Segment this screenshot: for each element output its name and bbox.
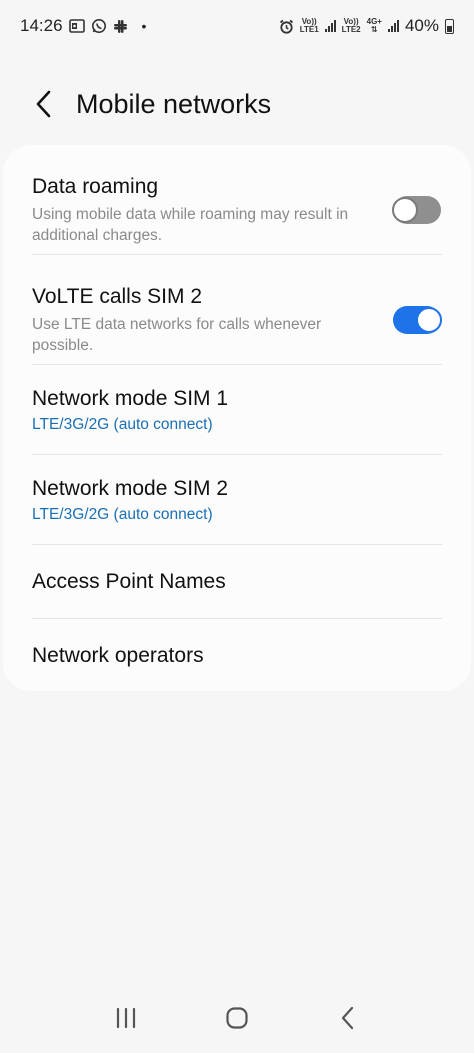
- network-mode-sim1-title: Network mode SIM 1: [32, 386, 229, 410]
- status-bar: 14:26 • Vo)) LTE1 Vo)) LTE2 4G+ ⇅ 40%: [0, 0, 474, 52]
- network-operators-title: Network operators: [32, 643, 204, 667]
- nav-back-button[interactable]: [323, 998, 373, 1038]
- recent-apps-button[interactable]: [101, 998, 151, 1038]
- network-type-icon: 4G+ ⇅: [367, 18, 382, 34]
- signal-sim1-icon: [324, 20, 336, 32]
- data-roaming-row[interactable]: Data roaming Using mobile data while roa…: [3, 167, 471, 253]
- navigation-bar: [0, 983, 474, 1053]
- whatsapp-icon: [91, 18, 107, 34]
- volte-text: VoLTE calls SIM 2 Use LTE data networks …: [32, 284, 377, 356]
- settings-card: Data roaming Using mobile data while roa…: [3, 145, 471, 691]
- volte-subtitle: Use LTE data networks for calls whenever…: [32, 316, 322, 354]
- app-header: Mobile networks: [0, 74, 474, 134]
- volte-sim2-bottom: LTE2: [341, 25, 361, 34]
- volte-sim1-bottom: LTE1: [299, 25, 319, 34]
- toggle-knob: [416, 307, 442, 333]
- recent-apps-icon: [116, 1007, 135, 1029]
- network-mode-sim1-row[interactable]: Network mode SIM 1 LTE/3G/2G (auto conne…: [3, 383, 471, 437]
- data-roaming-toggle[interactable]: [392, 196, 441, 224]
- volte-title: VoLTE calls SIM 2: [32, 285, 203, 308]
- access-point-names-title: Access Point Names: [32, 569, 226, 593]
- battery-icon: [445, 18, 454, 34]
- divider: [32, 454, 442, 455]
- status-time: 14:26: [20, 16, 63, 35]
- status-dot: •: [141, 18, 147, 34]
- status-right: Vo)) LTE1 Vo)) LTE2 4G+ ⇅ 40%: [279, 16, 454, 36]
- back-arrow-icon: [342, 1006, 354, 1030]
- network-mode-sim2-title: Network mode SIM 2: [32, 476, 229, 500]
- network-mode-sim2-value: LTE/3G/2G (auto connect): [32, 505, 213, 523]
- access-point-names-row[interactable]: Access Point Names: [3, 545, 471, 618]
- access-point-names-text: Access Point Names: [32, 569, 441, 595]
- status-left: 14:26 •: [20, 16, 146, 36]
- home-icon: [226, 1007, 248, 1029]
- network-operators-text: Network operators: [32, 643, 441, 669]
- toggle-knob: [392, 197, 418, 223]
- divider: [32, 364, 442, 365]
- data-roaming-text: Data roaming Using mobile data while roa…: [32, 174, 377, 246]
- alarm-icon: [279, 19, 294, 34]
- network-mode-sim1-value: LTE/3G/2G (auto connect): [32, 415, 213, 433]
- data-arrows-icon: ⇅: [370, 25, 378, 34]
- home-button[interactable]: [212, 998, 262, 1038]
- volte-row[interactable]: VoLTE calls SIM 2 Use LTE data networks …: [3, 277, 471, 363]
- divider: [32, 254, 442, 255]
- volte-sim2-icon: Vo)) LTE2: [342, 18, 361, 34]
- page-title: Mobile networks: [76, 88, 272, 119]
- signal-sim2-icon: [387, 20, 399, 32]
- battery-percent: 40%: [404, 16, 439, 35]
- chevron-left-icon: [36, 90, 51, 118]
- data-roaming-title: Data roaming: [32, 175, 159, 198]
- network-mode-sim2-text: Network mode SIM 2 LTE/3G/2G (auto conne…: [32, 476, 441, 525]
- data-roaming-subtitle: Using mobile data while roaming may resu…: [32, 206, 349, 244]
- outlook-icon: [68, 19, 85, 33]
- slack-icon: [113, 19, 128, 34]
- network-operators-row[interactable]: Network operators: [3, 619, 471, 692]
- network-mode-sim1-text: Network mode SIM 1 LTE/3G/2G (auto conne…: [32, 386, 441, 435]
- volte-toggle[interactable]: [393, 306, 442, 334]
- back-button[interactable]: [24, 84, 64, 124]
- volte-sim1-icon: Vo)) LTE1: [300, 18, 319, 34]
- network-mode-sim2-row[interactable]: Network mode SIM 2 LTE/3G/2G (auto conne…: [3, 473, 471, 527]
